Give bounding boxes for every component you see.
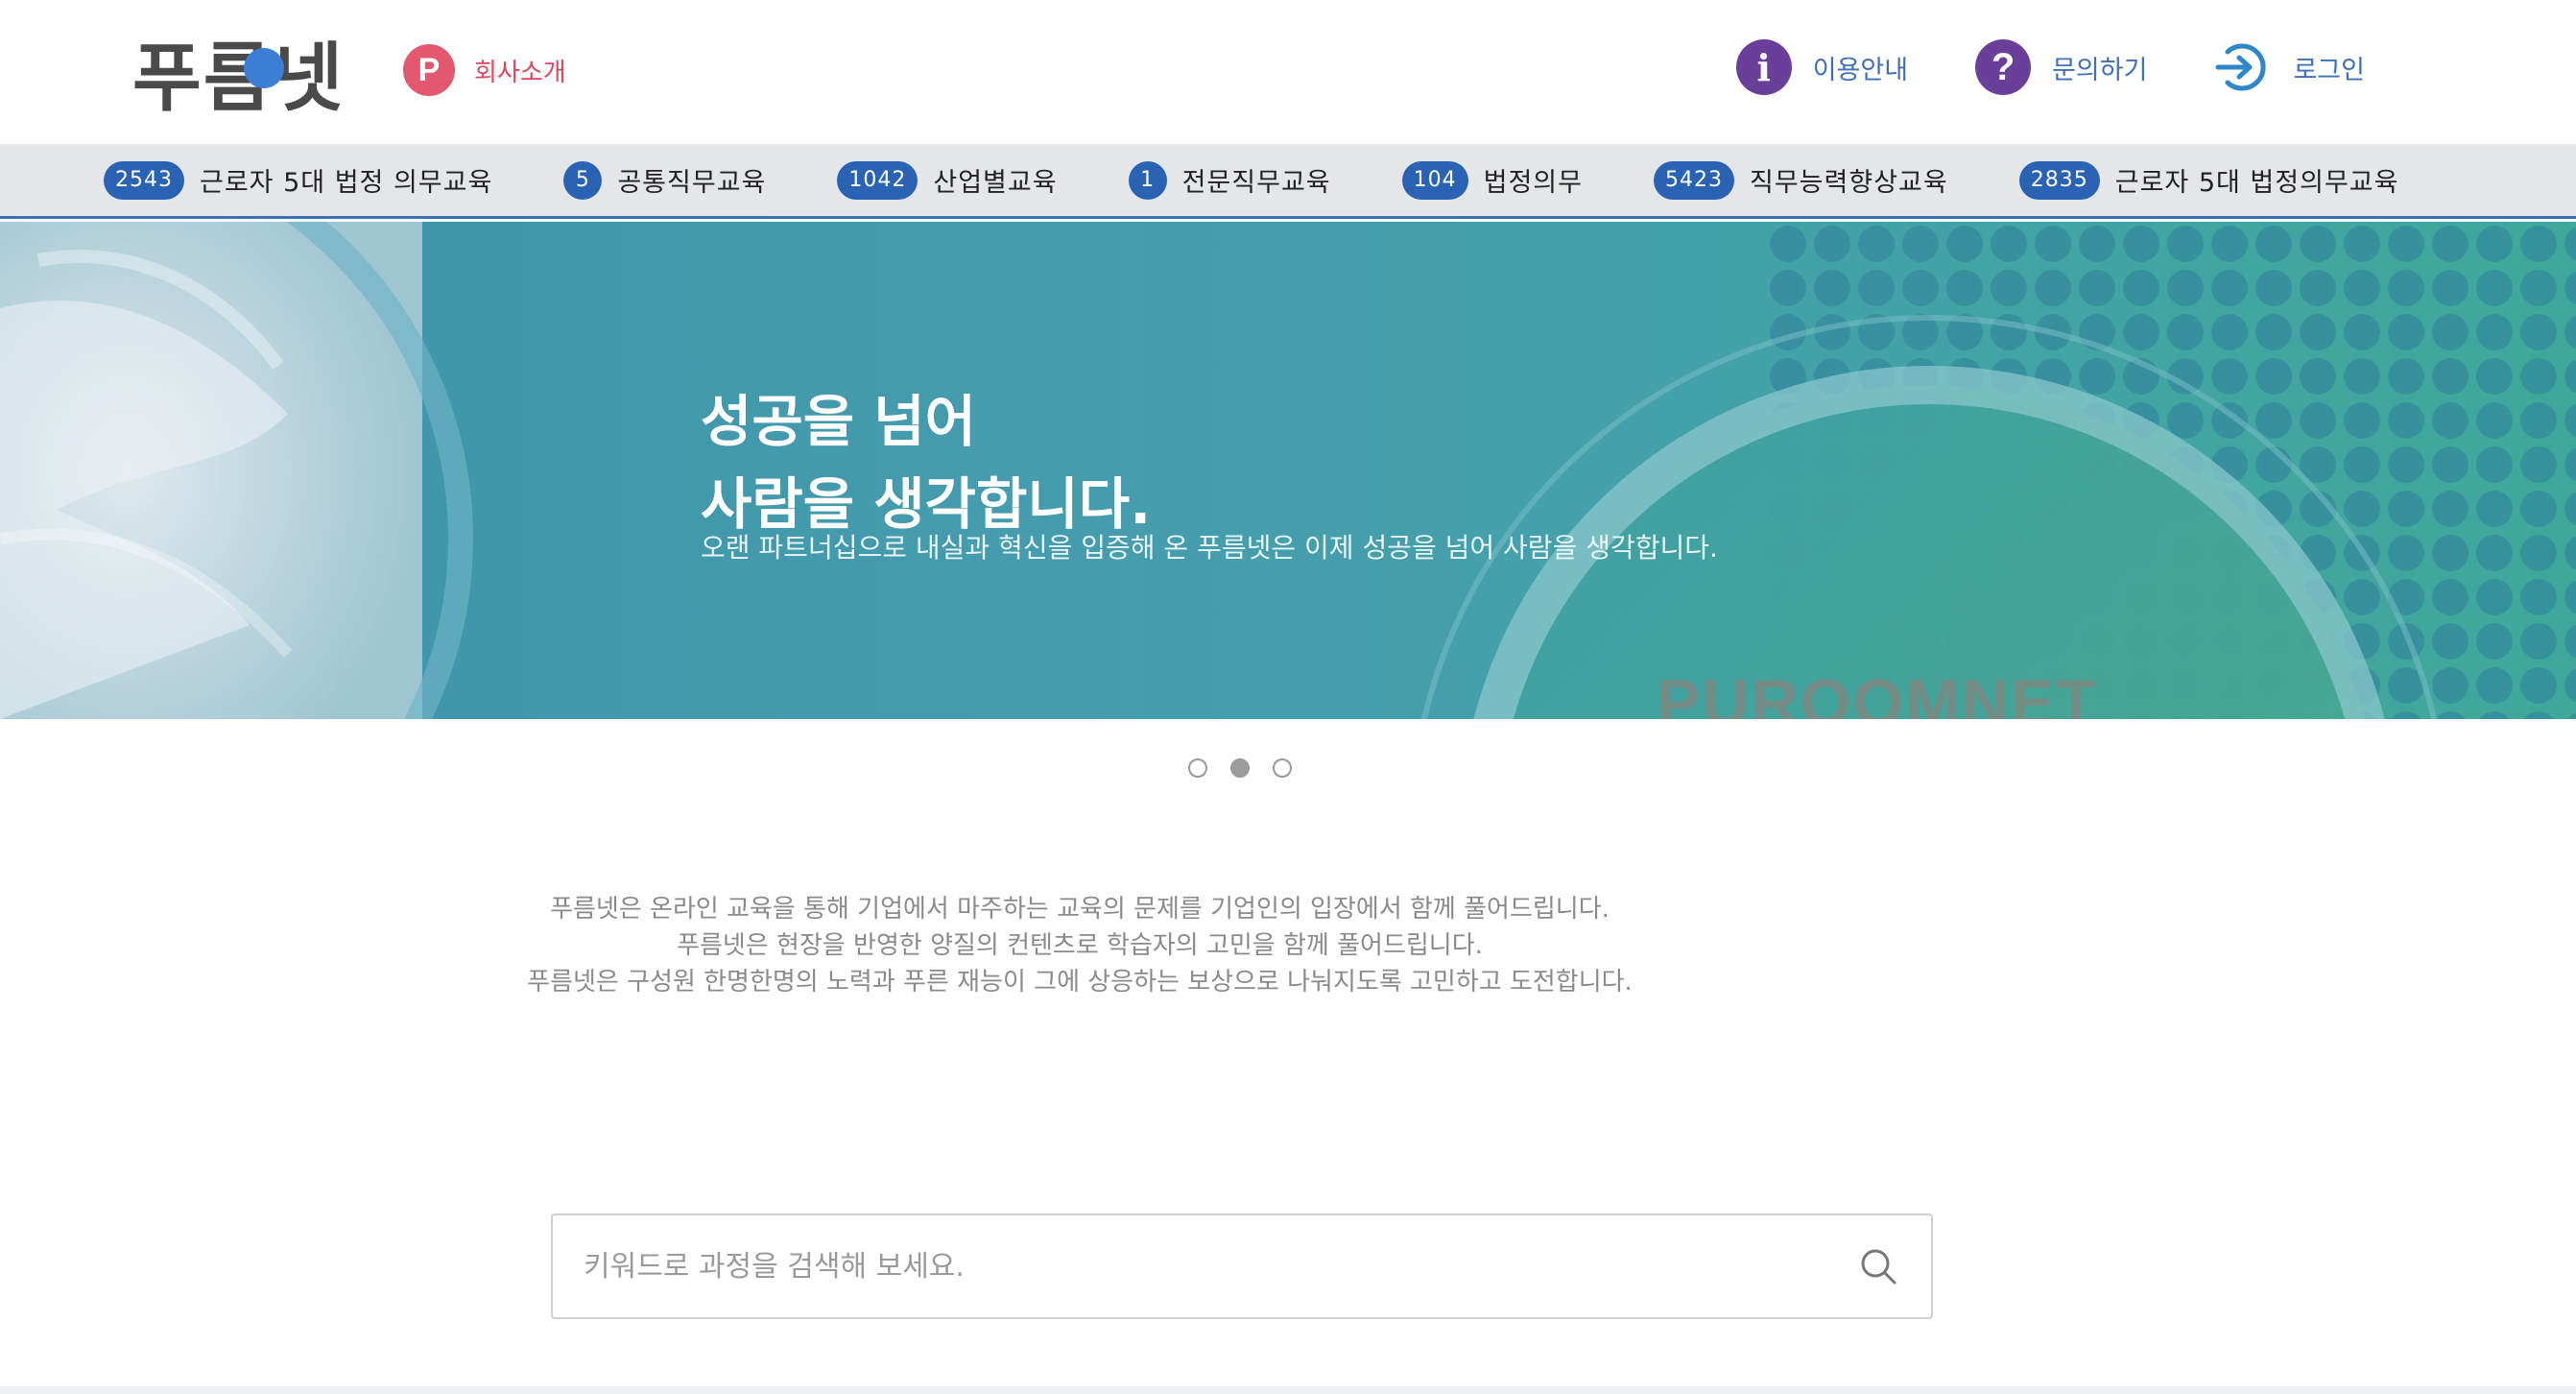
guide-link-label: 이용안내 [1812, 55, 1909, 85]
category-count-badge: 5423 [1654, 160, 1734, 200]
category-label: 근로자 5대 법정의무교육 [2114, 168, 2399, 198]
category-bar: 2543 근로자 5대 법정 의무교육 5 공통직무교육 1042 산업별교육 … [0, 144, 2576, 219]
login-icon [2215, 43, 2266, 91]
category-item[interactable]: 5 공통직무교육 [563, 160, 767, 200]
intro-line: 푸름넷은 현장을 반영한 양질의 컨텐츠로 학습자의 고민을 함께 풀어드립니다… [677, 931, 1483, 960]
category-label: 공통직무교육 [617, 168, 767, 198]
login-link[interactable]: 로그인 [2214, 38, 2365, 96]
info-icon: i [1735, 39, 1792, 95]
guide-link[interactable]: i 이용안내 [1735, 39, 1909, 95]
category-item[interactable]: 2835 근로자 5대 법정의무교육 [2018, 160, 2399, 200]
login-link-label: 로그인 [2293, 55, 2365, 85]
p-badge-icon: P [403, 44, 455, 96]
category-item[interactable]: 1042 산업별교육 [837, 160, 1058, 200]
intro-line: 푸름넷은 온라인 교육을 통해 기업에서 마주하는 교육의 문제를 기업인의 입… [550, 895, 1610, 924]
hero-watermark: PUROOMNET [1657, 666, 2098, 719]
intro-text: 푸름넷은 온라인 교육을 통해 기업에서 마주하는 교육의 문제를 기업인의 입… [0, 891, 2159, 1000]
category-label: 산업별교육 [933, 168, 1058, 198]
logo-text: 푸름넷 [132, 36, 346, 122]
slider-dot-1[interactable] [1188, 758, 1207, 778]
hero-background-art [0, 222, 2576, 719]
company-intro-label: 회사소개 [474, 58, 566, 87]
search-button[interactable] [1825, 1215, 1931, 1317]
category-item[interactable]: 5423 직무능력향상교육 [1654, 160, 1948, 200]
category-list: 2543 근로자 5대 법정 의무교육 5 공통직무교육 1042 산업별교육 … [104, 144, 2469, 216]
category-item[interactable]: 2543 근로자 5대 법정 의무교육 [104, 160, 493, 200]
site-header: 푸름넷 P 회사소개 i 이용안내 ? 문의하기 로그인 [0, 0, 2576, 144]
hero-headline-line1: 성공을 넘어 [701, 389, 976, 454]
category-item[interactable]: 1 전문직무교육 [1128, 160, 1331, 200]
question-icon: ? [1975, 39, 2032, 95]
category-count-badge: 104 [1401, 160, 1468, 200]
hero-banner[interactable]: 성공을 넘어 사람을 생각합니다. 오랜 파트너십으로 내실과 혁신을 입증해 … [0, 222, 2576, 719]
slider-dots [1188, 758, 1292, 778]
slider-dot-2[interactable] [1230, 758, 1250, 778]
category-count-badge: 2543 [104, 160, 184, 200]
hero-headline: 성공을 넘어 사람을 생각합니다. [701, 380, 1151, 545]
category-label: 직무능력향상교육 [1750, 168, 1948, 198]
category-count-badge: 2835 [2018, 160, 2100, 200]
course-search-box [551, 1214, 1933, 1319]
category-label: 법정의무 [1483, 168, 1583, 198]
site-logo[interactable]: 푸름넷 [132, 29, 345, 122]
search-icon [1861, 1249, 1896, 1285]
category-count-badge: 5 [563, 160, 603, 200]
inquiry-link[interactable]: ? 문의하기 [1975, 39, 2147, 95]
search-input[interactable] [553, 1215, 1825, 1317]
category-count-badge: 1042 [837, 160, 918, 200]
category-label: 전문직무교육 [1181, 168, 1331, 198]
logo-dot-icon [244, 48, 284, 88]
company-intro-link[interactable]: P 회사소개 [403, 44, 566, 96]
hero-subtitle: 오랜 파트너십으로 내실과 혁신을 입증해 온 푸름넷은 이제 성공을 넘어 사… [701, 532, 1718, 564]
footer-divider [0, 1386, 2576, 1394]
top-nav: i 이용안내 ? 문의하기 로그인 [1735, 38, 2365, 96]
category-label: 근로자 5대 법정 의무교육 [200, 168, 493, 198]
intro-line: 푸름넷은 구성원 한명한명의 노력과 푸른 재능이 그에 상응하는 보상으로 나… [527, 968, 1633, 997]
category-item[interactable]: 104 법정의무 [1401, 160, 1583, 200]
slider-dot-3[interactable] [1273, 758, 1292, 778]
category-count-badge: 1 [1128, 160, 1167, 200]
inquiry-link-label: 문의하기 [2052, 55, 2148, 85]
